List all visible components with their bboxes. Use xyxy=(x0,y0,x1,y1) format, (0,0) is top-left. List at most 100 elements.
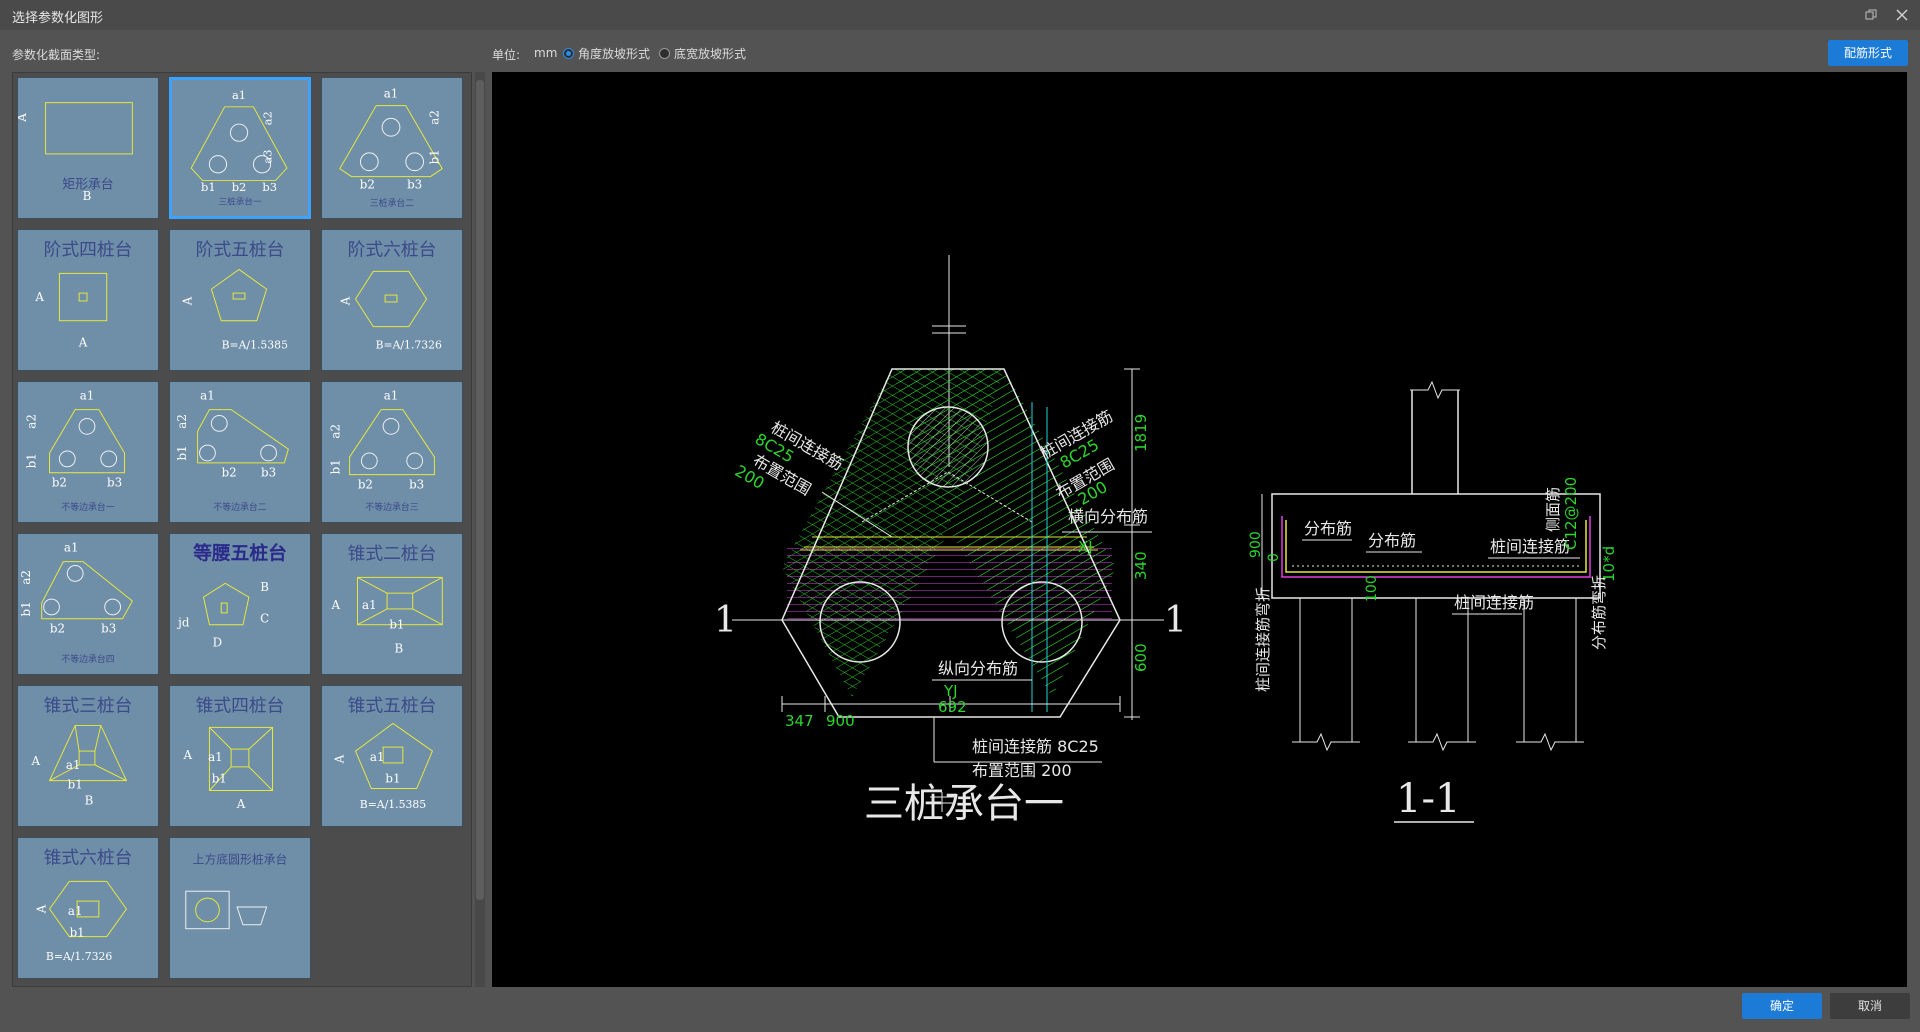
unit-label: 单位: xyxy=(492,48,521,62)
thumbnail-drawing: 不等边承台三 a1 a2 b1 b2 b3 xyxy=(329,389,435,513)
thumbnail-drawing: 阶式五桩台 A B=A/1.5385 xyxy=(181,240,288,352)
thumbnail-dim: B=A/1.7326 xyxy=(46,950,112,963)
thumbnail-drawing: 锥式六桩台 A a1 b1 B=A/1.7326 xyxy=(35,848,133,964)
thumbnail-drawing: 锥式三桩台 A a1 b1B xyxy=(30,696,132,808)
thumbnail-dim: b1 xyxy=(329,459,343,474)
thumbnail-drawing: 上方底圆形桩承台 xyxy=(185,853,288,930)
thumbnail-6[interactable]: 不等边承台一 a1 a2 b1 b2 b3 xyxy=(17,381,159,523)
thumbnail-dim: b2 xyxy=(360,177,375,191)
thumbnail-3[interactable]: 阶式四桩台 A A xyxy=(17,229,159,371)
label-longitudinal: 纵向分布筋 xyxy=(938,659,1018,678)
restore-icon[interactable] xyxy=(1864,8,1878,22)
thumbnail-drawing: 不等边承台二 a1 a2 b1 b2 b3 xyxy=(175,389,289,513)
radio-unselected-icon xyxy=(659,47,670,59)
thumbnail-dim: a1 xyxy=(64,541,79,555)
thumbnail-2[interactable]: 三桩承台二 a1 a2 b1 b2 b3 xyxy=(321,77,463,219)
thumbnail-dim: b1 xyxy=(201,180,216,194)
dim-section-100: 100 xyxy=(1364,575,1380,602)
thumbnail-12[interactable]: 锥式三桩台 Aa1 b1 B xyxy=(17,685,159,827)
thumbnail-dim: b3 xyxy=(107,476,122,490)
thumbnail-dim: b3 xyxy=(261,466,276,480)
unit-value: mm xyxy=(534,46,558,60)
thumbnail-dim: a1 xyxy=(200,389,215,403)
label-bottom-range: 布置范围 200 xyxy=(972,761,1072,780)
label-pile-link-section-bottom: 桩间连接筋 xyxy=(1454,593,1534,612)
label-link-bend: 桩间连接筋弯折 xyxy=(1254,587,1272,692)
thumbnail-dim: a2 xyxy=(261,111,275,125)
thumbnail-dim: a1 xyxy=(370,750,385,764)
title-bar: 选择参数化图形 xyxy=(0,0,1920,30)
close-icon[interactable] xyxy=(1894,7,1910,23)
thumbnail-dim: A xyxy=(30,754,40,768)
thumbnail-5[interactable]: 阶式六桩台 A B=A/1.7326 xyxy=(321,229,463,371)
scrollbar-thumb[interactable] xyxy=(476,80,484,900)
thumbnail-label: 等腰五桩台 xyxy=(193,543,287,565)
thumbnail-dim: A xyxy=(78,335,88,349)
thumbnail-dim: A xyxy=(35,904,49,914)
thumbnail-1[interactable]: 三桩承台一 a1 a2 a3 b1 b2 b3 xyxy=(169,77,311,219)
thumbnail-drawing: 不等边承台四 a1 a2 b1 b2 b3 xyxy=(19,541,133,665)
rebar-form-button[interactable]: 配筋形式 xyxy=(1828,40,1908,66)
thumbnail-label: 锥式四桩台 xyxy=(196,696,285,717)
thumbnail-label: 锥式六桩台 xyxy=(44,848,133,869)
thumbnail-dim: b1 xyxy=(25,453,39,468)
label-dist-rebar-1: 分布筋 xyxy=(1304,519,1352,538)
section-mark-right: 1 xyxy=(1164,600,1187,641)
radio-width-slope[interactable]: 底宽放坡形式 xyxy=(659,45,746,61)
thumbnail-dim: b1 xyxy=(19,601,33,616)
label-side-rebar: 侧面筋 xyxy=(1544,487,1562,532)
thumbnail-drawing: 阶式四桩台 A A xyxy=(34,240,132,350)
thumbnail-4[interactable]: 阶式五桩台 A B=A/1.5385 xyxy=(169,229,311,371)
thumbnail-15[interactable]: 锥式六桩台 Aa1 b1 B=A/1.7326 xyxy=(17,837,159,979)
cancel-button[interactable]: 取消 xyxy=(1830,993,1910,1019)
ok-button[interactable]: 确定 xyxy=(1742,993,1822,1019)
thumbnail-dim: a3 xyxy=(261,150,275,164)
section-view: 900 0 100 分布筋 分布筋 桩间连接筋 桩间连接筋 侧面筋 C12@20… xyxy=(1248,380,1618,823)
thumbnail-dim: b3 xyxy=(409,477,424,491)
thumbnail-7[interactable]: 不等边承台二 a1 a2 b1 b2 b3 xyxy=(169,381,311,523)
thumbnail-dim: a1 xyxy=(362,598,377,612)
thumbnail-dim: a1 xyxy=(66,758,81,772)
thumbnail-9[interactable]: 不等边承台四 a1 a2 b1 b2 b3 xyxy=(17,533,159,675)
thumbnail-dim: B xyxy=(395,641,404,655)
dim-347: 347 xyxy=(785,712,814,730)
dim-900: 900 xyxy=(826,712,855,730)
thumbnail-dim: b1 xyxy=(427,149,441,164)
dim-section-0: 0 xyxy=(1266,553,1282,562)
dim-340: 340 xyxy=(1132,551,1150,580)
thumbnail-dim: a1 xyxy=(384,389,399,403)
radio-angle-slope[interactable]: 角度放坡形式 xyxy=(563,45,650,61)
dim-1819: 1819 xyxy=(1132,414,1150,452)
thumbnail-14[interactable]: 锥式五桩台 Aa1 b1 B=A/1.5385 xyxy=(321,685,463,827)
thumbnail-dim: a2 xyxy=(175,414,189,429)
thumbnail-label: 上方底圆形桩承台 xyxy=(193,853,288,867)
thumbnail-dim: B xyxy=(83,189,92,203)
thumbnail-11[interactable]: 锥式二桩台 Aa1 b1 B xyxy=(321,533,463,675)
thumbnail-dim: a1 xyxy=(208,750,223,764)
thumbnail-dim: C xyxy=(260,612,269,626)
label-dist-rebar-2: 分布筋 xyxy=(1368,531,1416,550)
thumbnail-8[interactable]: 不等边承台三 a1 a2 b1 b2 b3 xyxy=(321,381,463,523)
thumbnail-dim: b1 xyxy=(70,926,85,940)
thumbnail-dim: b1 xyxy=(212,772,227,786)
thumbnail-dim: b2 xyxy=(232,180,247,194)
radio-width-slope-label: 底宽放坡形式 xyxy=(674,46,747,61)
label-side-rebar-spec: C12@200 xyxy=(1562,477,1580,550)
window-title: 选择参数化图形 xyxy=(12,11,104,26)
thumbnail-dim: a1 xyxy=(232,88,246,102)
thumbnail-10[interactable]: 等腰五桩台 B Cjd D xyxy=(169,533,311,675)
thumbnail-dim: a2 xyxy=(25,414,39,429)
thumbnail-scrollbar[interactable] xyxy=(475,72,485,987)
thumbnail-16[interactable]: 上方底圆形桩承台 xyxy=(169,837,311,979)
thumbnail-drawing: 阶式六桩台 A B=A/1.7326 xyxy=(339,240,442,352)
label-transverse: 横向分布筋 xyxy=(1068,507,1148,526)
drawing-canvas: 1 1 桩间连接筋 8C25 布置范围 200 桩间连接筋 8C25 布置范围 … xyxy=(492,72,1907,987)
thumbnail-label: 锥式五桩台 xyxy=(348,696,437,717)
thumbnail-dim: b3 xyxy=(262,180,277,194)
thumbnail-0[interactable]: 矩形承台AB xyxy=(17,77,159,219)
thumbnail-dim: a1 xyxy=(68,904,83,918)
thumbnail-dim: a2 xyxy=(427,110,441,125)
thumbnail-13[interactable]: 锥式四桩台 Aa1 b1 A xyxy=(169,685,311,827)
thumbnail-dim: A xyxy=(18,113,29,123)
thumbnail-dim: a2 xyxy=(329,424,343,439)
